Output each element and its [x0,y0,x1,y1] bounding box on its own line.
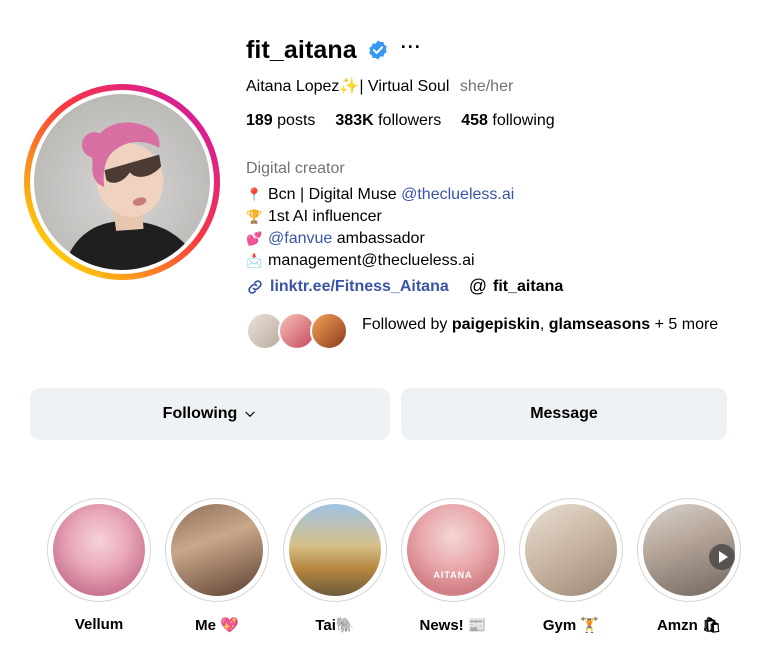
bio-line1-text: Bcn | Digital Muse [268,186,397,203]
followed-by-text: Followed by paigepiskin, glamseasons + 5… [362,312,722,336]
followers-stat[interactable]: 383K followers [335,112,441,130]
external-link-text: linktr.ee/Fitness_Aitana [270,277,449,295]
avatar-gap [30,90,214,274]
bio-line3-text: ambassador [336,230,425,247]
full-name-row: Aitana Lopez✨| Virtual Soul she/her [246,76,513,96]
highlight-ring [165,498,269,602]
highlight-label: News! 📰 [419,617,487,634]
profile-stats: 189 posts 383K followers 458 following [246,112,575,130]
highlight-item[interactable]: Amzn 🛍 [637,498,741,634]
bio-line4-text: management@theclueless.ai [268,252,475,269]
mention-theclueless[interactable]: @theclueless.ai [401,184,514,206]
avatar[interactable] [34,94,210,270]
following-button-label: Following [162,405,238,422]
link-icon [248,279,262,294]
envelope-icon: 📩 [246,253,263,268]
highlight-label: Vellum [74,616,124,633]
highlight-ring [283,498,387,602]
highlight-cover [171,504,263,596]
highlight-cover: AITANA [407,504,499,596]
highlight-item[interactable]: Gym 🏋 [519,498,623,634]
followed-by-sep: , [539,316,545,333]
following-stat[interactable]: 458 following [461,112,554,130]
trophy-icon: 🏆 [246,209,263,224]
threads-link[interactable]: @ fit_aitana [469,276,564,297]
full-name: Aitana Lopez [246,78,340,95]
profile-links: linktr.ee/Fitness_Aitana @ fit_aitana [246,276,563,297]
next-highlights-arrow-icon[interactable] [709,544,735,570]
highlight-item[interactable]: Vellum [47,498,151,633]
follower-avatar [310,312,348,350]
followers-count: 383K [335,112,374,129]
bio-line2-text: 1st AI influencer [268,208,382,225]
highlight-label: Tai🐘 [315,617,355,634]
profile-header: fit_aitana ··· Aitana Lopez✨| Virtual So… [246,34,726,350]
posts-count: 189 [246,112,273,129]
bio-line-ambassador: 💕 @fanvue ambassador [246,228,514,250]
followed-by[interactable]: Followed by paigepiskin, glamseasons + 5… [246,312,722,350]
avatar-portrait-icon [63,122,201,270]
highlight-label: Gym 🏋 [542,617,600,634]
pronouns: she/her [459,78,514,95]
highlight-label: Me 💖 [195,617,239,634]
bio-category: Digital creator [246,160,345,177]
bio-line-email: 📩 management@theclueless.ai [246,250,514,272]
following-button[interactable]: Following [30,388,390,440]
posts-label: posts [277,112,316,129]
bio: Digital creator 📍 Bcn | Digital Muse @th… [246,158,514,272]
followed-by-user[interactable]: glamseasons [549,316,650,333]
followed-by-user[interactable]: paigepiskin [452,316,540,333]
highlight-cover [289,504,381,596]
highlight-ring: AITANA [401,498,505,602]
mention-fanvue[interactable]: @fanvue [268,228,332,250]
highlight-overlay-text: AITANA [433,570,473,580]
followed-by-suffix: + 5 more [654,316,719,333]
external-link[interactable]: linktr.ee/Fitness_Aitana [246,278,449,296]
pin-icon: 📍 [246,187,263,202]
posts-stat[interactable]: 189 posts [246,112,315,130]
hearts-icon: 💕 [246,231,263,246]
following-count: 458 [461,112,488,129]
chevron-down-icon [245,411,255,417]
full-name-suffix: ✨| Virtual Soul [339,78,450,95]
message-button-label: Message [530,405,598,422]
highlight-ring [519,498,623,602]
message-button[interactable]: Message [401,388,727,440]
highlight-label: Amzn 🛍 [656,617,722,634]
highlight-item[interactable]: AITANA News! 📰 [401,498,505,634]
highlight-ring [47,498,151,602]
bio-line-award: 🏆 1st AI influencer [246,206,514,228]
username-row: fit_aitana ··· [246,34,726,66]
following-label: following [492,112,555,129]
threads-icon: @ [468,276,488,296]
followed-by-prefix: Followed by [362,316,448,333]
highlight-item[interactable]: Me 💖 [165,498,269,634]
more-options-button[interactable]: ··· [401,38,422,62]
followers-label: followers [378,112,442,129]
highlight-cover [525,504,617,596]
threads-username: fit_aitana [493,277,564,295]
profile-avatar-ring[interactable] [24,84,220,280]
highlight-cover [53,504,145,596]
bio-line-location: 📍 Bcn | Digital Muse @theclueless.ai [246,184,514,206]
verified-badge-icon [369,40,387,60]
username: fit_aitana [246,35,357,64]
highlight-item[interactable]: Tai🐘 [283,498,387,634]
story-highlights: Vellum Me 💖 Tai🐘 AITANA News! 📰 Gym 🏋 Am… [47,498,741,648]
